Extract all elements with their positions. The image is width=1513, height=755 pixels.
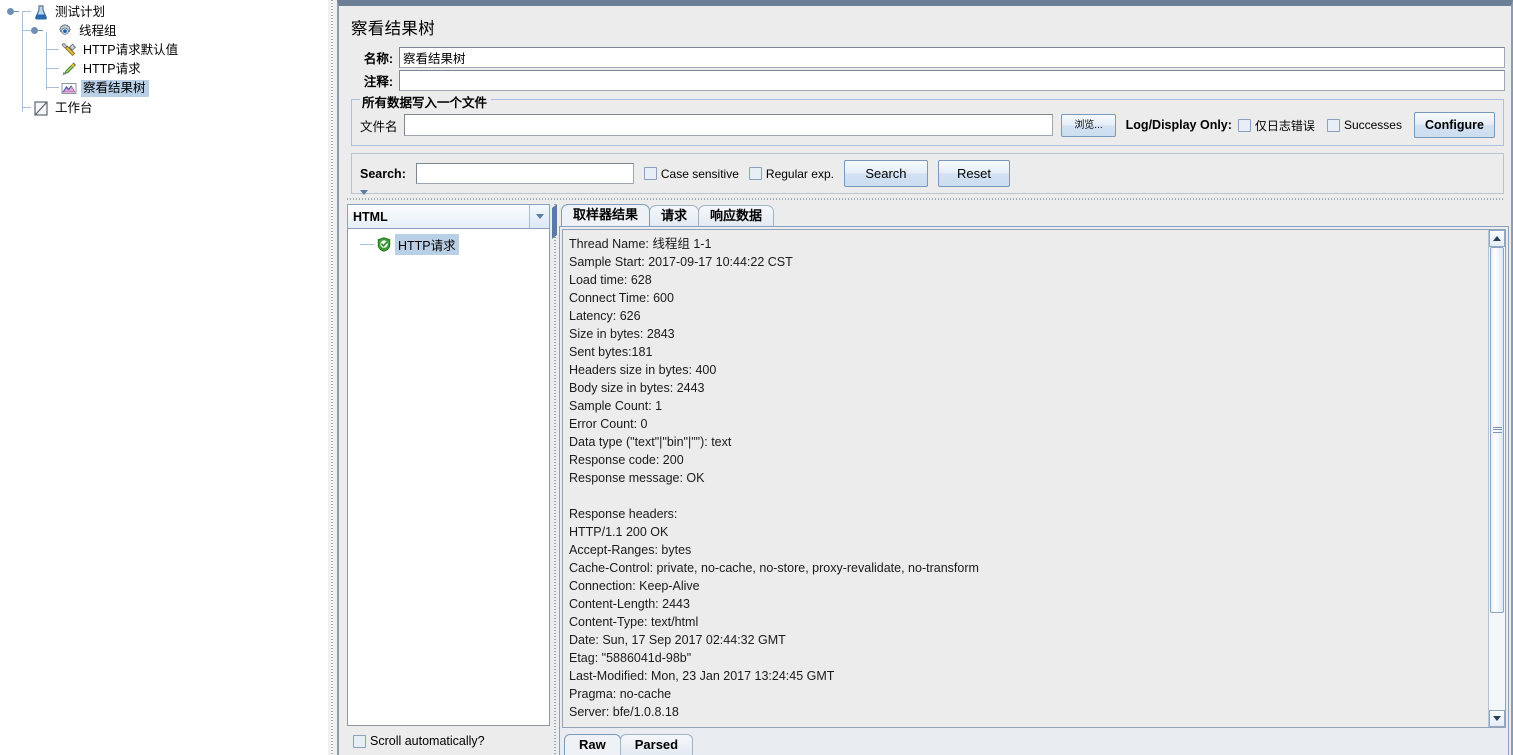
list-item-label: HTTP请求 xyxy=(395,233,459,255)
scroll-automatically-checkbox[interactable]: Scroll automatically? xyxy=(353,734,485,748)
filename-row: 文件名 浏览... Log/Display Only: 仅日志错误 Succes… xyxy=(360,112,1495,138)
write-results-group-title: 所有数据写入一个文件 xyxy=(360,92,492,111)
filename-input[interactable] xyxy=(403,114,1054,136)
gear-icon xyxy=(56,23,74,40)
tab-request[interactable]: 请求 xyxy=(649,205,700,226)
tree-item-label: 察看结果树 xyxy=(81,80,149,97)
name-label: 名称: xyxy=(363,52,393,66)
results-list-pane: HTML HTTP请求 Scroll automatically? xyxy=(347,204,550,755)
wrench-icon xyxy=(60,42,78,59)
checkbox-box[interactable] xyxy=(643,167,657,180)
view-results-tree-panel: 察看结果树 名称: 注释: 所有数据写入一个文件 文件名 浏览... Log xyxy=(337,0,1513,755)
tree-item-label: HTTP请求 xyxy=(83,62,141,76)
tab-parsed[interactable]: Parsed xyxy=(619,734,694,755)
successes-checkbox[interactable]: Successes xyxy=(1326,118,1402,132)
log-display-only-label: Log/Display Only: xyxy=(1125,118,1232,132)
checkbox-box[interactable] xyxy=(1237,118,1251,132)
panel-inner: 察看结果树 名称: 注释: 所有数据写入一个文件 文件名 浏览... Log xyxy=(339,6,1511,755)
page-title: 察看结果树 xyxy=(351,20,435,38)
success-shield-icon xyxy=(377,236,391,252)
scroll-grip-icon xyxy=(1492,425,1502,434)
errors-only-label: 仅日志错误 xyxy=(1254,118,1315,133)
tree-item-label: 线程组 xyxy=(79,24,117,38)
tree-item-workbench[interactable]: 工作台 xyxy=(0,99,328,118)
result-detail-pane: 取样器结果 请求 响应数据 Thread Name: 线程组 1-1 Sampl… xyxy=(559,204,1509,755)
test-plan-tree-panel[interactable]: 测试计划 线程组 HTTP请求默认值 HTTP请求 察看结果树 工作台 xyxy=(0,0,328,755)
response-vertical-scrollbar[interactable] xyxy=(1488,230,1505,727)
configure-button[interactable]: Configure xyxy=(1413,112,1495,138)
checkbox-box[interactable] xyxy=(353,734,366,748)
results-lower-area: HTML HTTP请求 Scroll automatically? 取样器结果 … xyxy=(347,204,1509,755)
case-sensitive-checkbox[interactable]: Case sensitive xyxy=(643,166,739,181)
chevron-down-icon[interactable] xyxy=(529,205,549,228)
scroll-down-button[interactable] xyxy=(1489,710,1505,727)
tab-sampler-result[interactable]: 取样器结果 xyxy=(561,204,651,226)
successes-label: Successes xyxy=(1343,118,1402,132)
browse-button[interactable]: 浏览... xyxy=(1061,113,1116,137)
results-split-divider[interactable] xyxy=(550,204,559,755)
regular-exp-checkbox[interactable]: Regular exp. xyxy=(748,166,834,181)
comment-input[interactable] xyxy=(399,70,1505,91)
tree-line xyxy=(360,243,374,245)
split-collapse-right-icon[interactable] xyxy=(552,217,557,239)
tree-item-http-defaults[interactable]: HTTP请求默认值 xyxy=(0,41,328,60)
tree-item-label: 工作台 xyxy=(55,101,93,115)
tab-content: Thread Name: 线程组 1-1 Sample Start: 2017-… xyxy=(559,226,1509,755)
search-bar: Search: Case sensitive Regular exp. Sear… xyxy=(351,153,1504,194)
scroll-track[interactable] xyxy=(1489,247,1505,710)
renderer-selected-label: HTML xyxy=(353,209,388,224)
tree-item-thread-group[interactable]: 线程组 xyxy=(0,22,328,41)
checkbox-box[interactable] xyxy=(748,167,762,180)
name-row: 名称: xyxy=(345,47,1505,68)
renderer-select[interactable]: HTML xyxy=(347,204,550,229)
name-input[interactable] xyxy=(399,47,1505,68)
scroll-up-button[interactable] xyxy=(1489,230,1505,247)
case-sensitive-label: Case sensitive xyxy=(660,166,739,181)
sampler-result-text[interactable]: Thread Name: 线程组 1-1 Sample Start: 2017-… xyxy=(563,230,1488,727)
tree-item-http-request[interactable]: HTTP请求 xyxy=(0,60,328,79)
horizontal-split-divider[interactable] xyxy=(347,190,1505,214)
tab-raw[interactable]: Raw xyxy=(564,734,621,755)
sampler-result-area: Thread Name: 线程组 1-1 Sample Start: 2017-… xyxy=(562,229,1506,728)
scroll-automatically-label: Scroll automatically? xyxy=(370,734,485,748)
list-item[interactable]: HTTP请求 xyxy=(348,233,549,255)
tree-item-view-results-tree[interactable]: 察看结果树 xyxy=(0,79,328,98)
tab-response-data[interactable]: 响应数据 xyxy=(698,205,775,226)
jmeter-window: 测试计划 线程组 HTTP请求默认值 HTTP请求 察看结果树 工作台 察看结果… xyxy=(0,0,1513,755)
tab-strip: 取样器结果 请求 响应数据 xyxy=(559,204,1509,226)
comment-row: 注释: xyxy=(345,70,1505,91)
notepad-icon xyxy=(32,100,50,117)
tree-item-test-plan[interactable]: 测试计划 xyxy=(0,2,328,22)
view-mode-strip: Raw Parsed xyxy=(560,730,1508,755)
errors-only-checkbox[interactable]: 仅日志错误 xyxy=(1237,117,1315,134)
search-input[interactable] xyxy=(415,163,634,184)
scroll-thumb[interactable] xyxy=(1490,247,1504,613)
search-label: Search: xyxy=(360,166,406,181)
chart-icon xyxy=(60,80,78,97)
main-split-divider[interactable] xyxy=(328,0,337,755)
write-results-to-file-group: 所有数据写入一个文件 文件名 浏览... Log/Display Only: 仅… xyxy=(351,92,1504,146)
filename-label: 文件名 xyxy=(360,119,398,134)
scroll-automatically-row: Scroll automatically? xyxy=(347,726,550,755)
search-button[interactable]: Search xyxy=(843,160,928,187)
tree-item-label: HTTP请求默认值 xyxy=(83,43,179,57)
checkbox-box[interactable] xyxy=(1326,118,1340,132)
pen-icon xyxy=(60,61,78,78)
reset-button[interactable]: Reset xyxy=(937,160,1010,187)
flask-icon xyxy=(32,4,50,21)
comment-label: 注释: xyxy=(363,75,393,89)
tree-item-label: 测试计划 xyxy=(55,4,106,19)
regular-exp-label: Regular exp. xyxy=(765,166,834,181)
tree-root: 测试计划 线程组 HTTP请求默认值 HTTP请求 察看结果树 工作台 xyxy=(0,0,328,118)
results-tree[interactable]: HTTP请求 xyxy=(347,229,550,726)
